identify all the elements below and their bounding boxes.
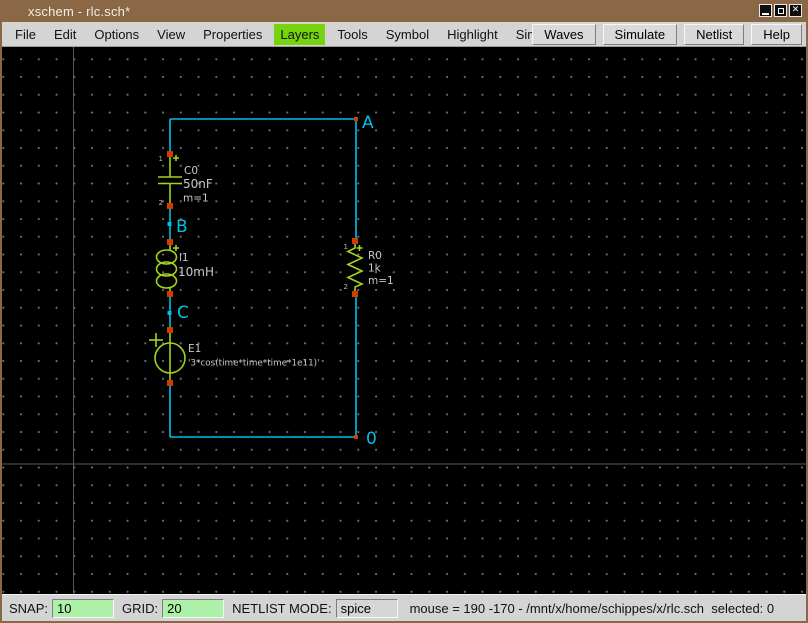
component-value: 1k — [368, 263, 382, 275]
menu-tools[interactable]: Tools — [331, 24, 373, 45]
component-multiplier: m=1 — [368, 275, 394, 287]
grid-label: GRID: — [122, 601, 158, 616]
pin-square[interactable] — [352, 291, 358, 297]
plus-polarity-icon — [173, 155, 179, 161]
grid-input[interactable] — [162, 599, 224, 618]
menu-symbol[interactable]: Symbol — [380, 24, 435, 45]
maximize-button[interactable] — [774, 4, 787, 17]
plus-polarity-icon — [357, 245, 363, 251]
net-label-c[interactable]: C — [177, 303, 189, 323]
help-button[interactable]: Help — [751, 24, 802, 45]
pin-square[interactable] — [352, 238, 358, 244]
close-icon: ✕ — [792, 6, 800, 15]
component-designator: l1 — [179, 252, 189, 264]
plus-polarity-icon — [149, 333, 163, 347]
pin-square[interactable] — [167, 291, 173, 297]
menu-properties[interactable]: Properties — [197, 24, 268, 45]
component-capacitor-c0[interactable]: 1 2 C0 50nF m=1 — [158, 151, 213, 209]
pin-square[interactable] — [167, 203, 173, 209]
maximize-icon — [778, 8, 784, 14]
statusbar: SNAP: GRID: NETLIST MODE: mouse = 190 -1… — [2, 594, 806, 621]
component-designator: R0 — [368, 250, 382, 262]
component-designator: C0 — [184, 165, 198, 177]
component-value: 10mH — [178, 265, 214, 279]
snap-input[interactable] — [52, 599, 114, 618]
menubar: File Edit Options View Properties Layers… — [2, 22, 806, 47]
menubar-action-buttons: Waves Simulate Netlist Help — [532, 24, 802, 45]
pin-square[interactable] — [167, 327, 173, 333]
menu-view[interactable]: View — [151, 24, 191, 45]
pin-number: 1 — [159, 155, 163, 163]
window-titlebar: xschem - rlc.sch* ✕ — [0, 0, 808, 22]
net-label-0[interactable]: 0 — [366, 429, 377, 449]
menu-file[interactable]: File — [9, 24, 42, 45]
pin-number: 2 — [344, 283, 348, 291]
component-value: '3*cos(time*time*time*1e11)' — [188, 359, 320, 369]
netlist-mode-input[interactable] — [336, 599, 398, 618]
pin-square[interactable] — [167, 239, 173, 245]
component-value: 50nF — [183, 177, 213, 191]
minimize-icon — [762, 13, 769, 15]
statusbar-info: mouse = 190 -170 - /mnt/x/home/schippes/… — [410, 601, 775, 616]
netlist-button[interactable]: Netlist — [684, 24, 744, 45]
xschem-window: xschem - rlc.sch* ✕ File Edit Options Vi… — [0, 0, 808, 623]
menu-highlight[interactable]: Highlight — [441, 24, 504, 45]
component-designator: E1 — [188, 343, 201, 355]
component-vsource-e1[interactable]: E1 '3*cos(time*time*time*1e11)' — [149, 327, 320, 386]
close-button[interactable]: ✕ — [789, 4, 802, 17]
waves-button[interactable]: Waves — [532, 24, 595, 45]
schematic-canvas[interactable]: 1 2 C0 50nF m=1 l1 10mH — [2, 47, 806, 594]
plus-polarity-icon — [173, 245, 179, 251]
component-resistor-r0[interactable]: 1 2 R0 1k m=1 — [344, 238, 394, 297]
schematic-drawing: 1 2 C0 50nF m=1 l1 10mH — [2, 47, 806, 594]
menu-layers[interactable]: Layers — [274, 24, 325, 45]
pin-square[interactable] — [167, 151, 173, 157]
window-controls: ✕ — [759, 4, 802, 17]
label-attach-mark — [168, 222, 172, 226]
label-attach-mark — [168, 311, 172, 315]
window-title: xschem - rlc.sch* — [28, 4, 130, 19]
menu-options[interactable]: Options — [88, 24, 145, 45]
snap-label: SNAP: — [9, 601, 48, 616]
pin-number: 2 — [159, 199, 163, 207]
pin-number: 1 — [344, 243, 348, 251]
minimize-button[interactable] — [759, 4, 772, 17]
wire-end-mark — [354, 117, 358, 121]
wire-end-mark — [354, 435, 358, 439]
pin-square[interactable] — [167, 380, 173, 386]
menu-edit[interactable]: Edit — [48, 24, 82, 45]
component-multiplier: m=1 — [183, 193, 209, 205]
netlist-mode-label: NETLIST MODE: — [232, 601, 331, 616]
component-inductor-l1[interactable]: l1 10mH — [157, 239, 214, 297]
simulate-button[interactable]: Simulate — [603, 24, 678, 45]
net-label-a[interactable]: A — [362, 113, 374, 133]
net-label-b[interactable]: B — [176, 217, 188, 237]
